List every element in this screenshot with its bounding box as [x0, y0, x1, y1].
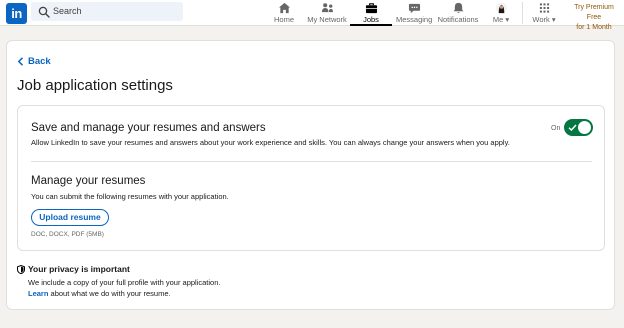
nav-divider [522, 2, 523, 24]
briefcase-icon [365, 3, 377, 14]
back-label: Back [28, 56, 51, 67]
chevron-down-icon: ▾ [551, 15, 556, 24]
premium-line2: for 1 Month [576, 24, 612, 31]
resumes-answers-description: Allow LinkedIn to save your resumes and … [31, 138, 510, 147]
nav-my-network-label: My Network [307, 15, 347, 24]
learn-link[interactable]: Learn [28, 289, 48, 298]
nav-home-label: Home [273, 15, 294, 24]
nav-jobs[interactable]: Jobs [350, 0, 392, 26]
manage-resumes-description: You can submit the following resumes wit… [31, 192, 229, 201]
toggle-knob [578, 121, 591, 134]
shield-icon [17, 265, 25, 274]
premium-link[interactable]: Try Premium Free for 1 Month [566, 3, 622, 33]
chevron-down-icon: ▾ [505, 15, 510, 24]
settings-card: Back Job application settings Save and m… [6, 40, 615, 310]
nav-work-row: Work ▾ [530, 15, 558, 25]
section-divider [31, 161, 592, 162]
nav-me[interactable]: Me ▾ [487, 0, 515, 26]
avatar [495, 2, 507, 14]
nav-notifications-label: Notifications [437, 15, 479, 24]
learn-link-suffix: about what we do with your resume. [48, 289, 171, 298]
manage-resumes-title: Manage your resumes [31, 175, 146, 187]
accepted-formats: DOC, DOCX, PDF (5MB) [31, 231, 104, 238]
resume-settings-section: Save and manage your resumes and answers… [17, 105, 605, 251]
nav-me-label: Me [492, 15, 504, 24]
toggle-state-label: On [551, 125, 561, 132]
nav-notifications[interactable]: Notifications [436, 0, 480, 26]
save-resumes-toggle[interactable] [564, 119, 593, 136]
nav-work-label: Work [532, 15, 550, 24]
resumes-answers-title: Save and manage your resumes and answers [31, 122, 266, 134]
premium-line1: Try Premium Free [574, 4, 614, 21]
nav-my-network[interactable]: My Network [306, 0, 348, 26]
privacy-title: Your privacy is important [28, 264, 130, 274]
chevron-left-icon [17, 57, 24, 66]
linkedin-logo[interactable]: in [6, 3, 27, 24]
page-title: Job application settings [17, 77, 173, 94]
search-input[interactable]: Search [31, 2, 183, 21]
bell-icon [452, 2, 464, 13]
nav-messaging[interactable]: Messaging [396, 0, 432, 26]
nav-jobs-label: Jobs [363, 15, 379, 24]
nav-work[interactable]: Work ▾ [530, 0, 558, 26]
nav-messaging-label: Messaging [396, 15, 433, 24]
nav-home[interactable]: Home [269, 0, 299, 26]
top-nav: in Search Home My Network Jobs Messaging… [0, 0, 624, 31]
upload-resume-button[interactable]: Upload resume [31, 209, 109, 226]
back-link[interactable]: Back [17, 56, 51, 67]
search-icon [38, 6, 50, 18]
home-icon [278, 2, 290, 14]
check-icon [568, 124, 577, 132]
privacy-learn-row: Learn about what we do with your resume. [28, 288, 171, 299]
network-icon [321, 3, 333, 13]
messaging-icon [408, 3, 420, 14]
nav-me-row: Me ▾ [487, 15, 515, 25]
grid-icon [539, 3, 549, 13]
search-placeholder: Search [53, 6, 82, 16]
privacy-text: We include a copy of your full profile w… [28, 278, 221, 287]
